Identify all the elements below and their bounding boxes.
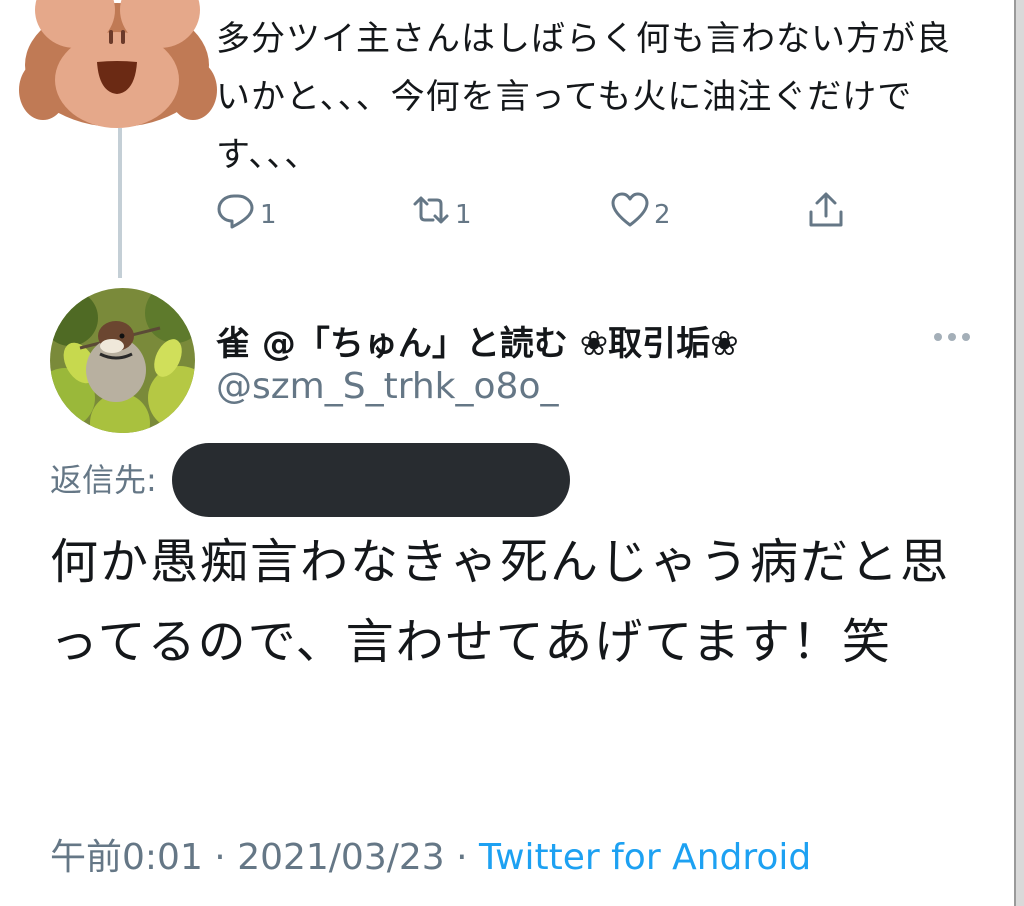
- retweet-count: 1: [455, 200, 472, 230]
- user-handle[interactable]: @szm_S_trhk_o8o_: [216, 366, 558, 407]
- see-no-evil-monkey-icon: [19, 0, 217, 128]
- tweet-time: 午前0:01: [50, 837, 203, 878]
- user-avatar[interactable]: [50, 288, 195, 433]
- reply-button[interactable]: 1: [216, 190, 277, 230]
- tweet-meta: 午前0:01 · 2021/03/23 · Twitter for Androi…: [50, 828, 811, 880]
- heart-icon: [611, 192, 649, 227]
- like-count: 2: [654, 200, 671, 230]
- reply-to-label: 返信先:: [50, 461, 157, 499]
- share-button[interactable]: [806, 190, 846, 230]
- meta-separator: ·: [444, 837, 480, 878]
- retweet-button[interactable]: 1: [411, 190, 472, 230]
- meta-separator: ·: [202, 837, 238, 878]
- sparrow-photo: [50, 288, 195, 433]
- tweet-date[interactable]: 2021/03/23: [237, 837, 445, 878]
- display-name[interactable]: 雀 @「ちゅん」と読む ❀取引垢❀: [216, 316, 739, 365]
- tweet-source-link[interactable]: Twitter for Android: [479, 837, 811, 878]
- retweet-icon: [413, 196, 449, 224]
- reply-count: 1: [260, 200, 277, 230]
- scrollbar-edge: [1014, 0, 1024, 906]
- redacted-username: [172, 443, 570, 517]
- more-options-icon[interactable]: [932, 330, 972, 344]
- like-button[interactable]: 2: [610, 190, 671, 230]
- thread-connector: [118, 128, 122, 278]
- see-no-evil-monkey-avatar[interactable]: [15, 0, 220, 130]
- reply-icon: [217, 194, 254, 229]
- share-icon: [809, 192, 843, 227]
- tweet-text: 何か愚痴言わなきゃ死んじゃう病だと思ってるので、言わせてあげてます！笑: [50, 534, 951, 670]
- tweet-actions: 1 1 2: [216, 190, 876, 240]
- parent-tweet-text: 多分ツイ主さんはしばらく何も言わない方が良いかと、、、今何を言っても火に油注ぐだ…: [216, 19, 951, 175]
